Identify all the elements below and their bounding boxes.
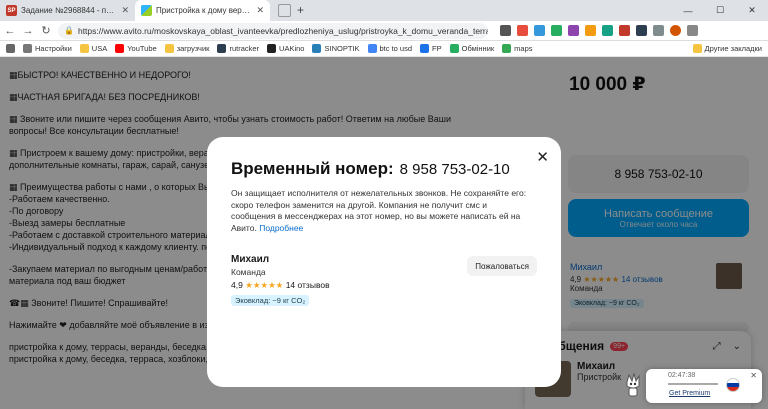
person-type: Команда (231, 267, 266, 277)
temporary-number-modal: ✕ Временный номер: 8 958 753-02-10 Он за… (207, 137, 561, 387)
bookmark-item[interactable]: USA (79, 44, 107, 53)
extension-icon[interactable] (551, 25, 562, 36)
browser-toolbar: ← → ↻ 🔒 https://www.avito.ru/moskovskaya… (0, 21, 768, 41)
modal-person: Михаил Команда 4,9 ★★★★★ 14 отзывов Эков… (231, 254, 537, 306)
page-content: ▦БЫСТРО! КАЧЕСТВЕННО И НЕДОРОГО! ▦ЧАСТНА… (0, 57, 768, 409)
bookmark-item[interactable]: SINOPTIK (312, 44, 360, 53)
close-window-icon[interactable]: ✕ (736, 0, 768, 21)
tab-close-icon[interactable]: ✕ (121, 5, 129, 16)
extension-icon[interactable] (619, 25, 630, 36)
vpn-progress (668, 383, 718, 385)
browser-tab-1[interactable]: SP Задание №2968844 - просмотр з ✕ (0, 0, 135, 21)
bookmark-item[interactable]: Обмінник (449, 44, 494, 53)
extension-icon[interactable] (500, 25, 511, 36)
extension-icon[interactable] (602, 25, 613, 36)
person-name: Михаил (231, 254, 270, 265)
russia-flag-icon[interactable] (726, 378, 740, 392)
apps-icon[interactable] (6, 44, 15, 53)
profile-avatar-icon[interactable] (670, 25, 681, 36)
extension-icon[interactable] (653, 25, 664, 36)
browser-tab-2[interactable]: Пристройка к дому веранда терр ✕ (135, 0, 270, 21)
bookmark-item[interactable]: btc to usd (367, 44, 412, 53)
close-icon[interactable]: ✕ (750, 371, 757, 380)
star-icons: ★★★★★ (245, 280, 284, 290)
extension-icon[interactable] (636, 25, 647, 36)
vpn-timer: 02:47:38 (668, 372, 696, 379)
robot-mascot-icon (626, 372, 640, 397)
close-icon[interactable]: ✕ (536, 148, 549, 166)
vpn-widget: 02:47:38 Get Premium ✕ (646, 369, 762, 403)
modal-title: Временный номер: 8 958 753-02-10 (231, 159, 510, 178)
address-bar[interactable]: 🔒 https://www.avito.ru/moskovskaya_oblas… (58, 22, 488, 39)
tab-close-icon[interactable]: ✕ (256, 5, 264, 16)
bookmark-item[interactable]: maps (502, 44, 533, 53)
maximize-icon[interactable]: ☐ (704, 0, 736, 21)
bookmark-item[interactable]: FP (420, 44, 442, 53)
window-controls: — ☐ ✕ (672, 0, 768, 21)
bookmark-item[interactable]: rutracker (217, 44, 259, 53)
bookmark-item[interactable]: UAKino (267, 44, 304, 53)
bookmark-item[interactable]: Настройки (23, 44, 72, 53)
other-bookmarks[interactable]: Другие закладки (692, 44, 762, 53)
person-rating: 4,9 ★★★★★ 14 отзывов (231, 280, 330, 290)
extension-icon[interactable] (585, 25, 596, 36)
blank-tab-icon[interactable] (278, 4, 291, 17)
eco-badge: Эковклад: ~9 кг CO₂ (231, 295, 310, 306)
menu-icon[interactable] (687, 25, 698, 36)
extension-icon[interactable] (517, 25, 528, 36)
complain-button[interactable]: Пожаловаться (467, 256, 537, 276)
avito-favicon-icon (141, 5, 152, 16)
reload-icon[interactable]: ↻ (40, 24, 52, 37)
tab-title: Задание №2968844 - просмотр з (21, 6, 118, 15)
lock-icon: 🔒 (64, 26, 74, 35)
extension-icon[interactable] (568, 25, 579, 36)
bookmark-item[interactable]: загрузчик (164, 44, 209, 53)
bookmarks-bar: Настройки USA YouTube загрузчик rutracke… (0, 41, 768, 57)
minimize-icon[interactable]: — (672, 0, 704, 21)
more-link[interactable]: Подробнее (259, 223, 303, 233)
modal-info: Он защищает исполнителя от нежелательных… (231, 188, 527, 233)
url-text: https://www.avito.ru/moskovskaya_oblast_… (77, 25, 488, 36)
get-premium-link[interactable]: Get Premium (669, 390, 710, 397)
extension-icon[interactable] (534, 25, 545, 36)
tab-title: Пристройка к дому веранда терр (156, 6, 252, 15)
extensions-area (500, 25, 698, 36)
bookmark-item[interactable]: YouTube (115, 44, 157, 53)
reviews-count: 14 отзывов (285, 280, 330, 290)
tab-strip: SP Задание №2968844 - просмотр з ✕ Прист… (0, 0, 768, 21)
temporary-number: 8 958 753-02-10 (399, 161, 510, 178)
tab-favicon: SP (6, 5, 17, 16)
back-icon[interactable]: ← (4, 25, 16, 37)
forward-icon[interactable]: → (22, 25, 34, 37)
new-tab-icon[interactable]: + (297, 3, 304, 17)
